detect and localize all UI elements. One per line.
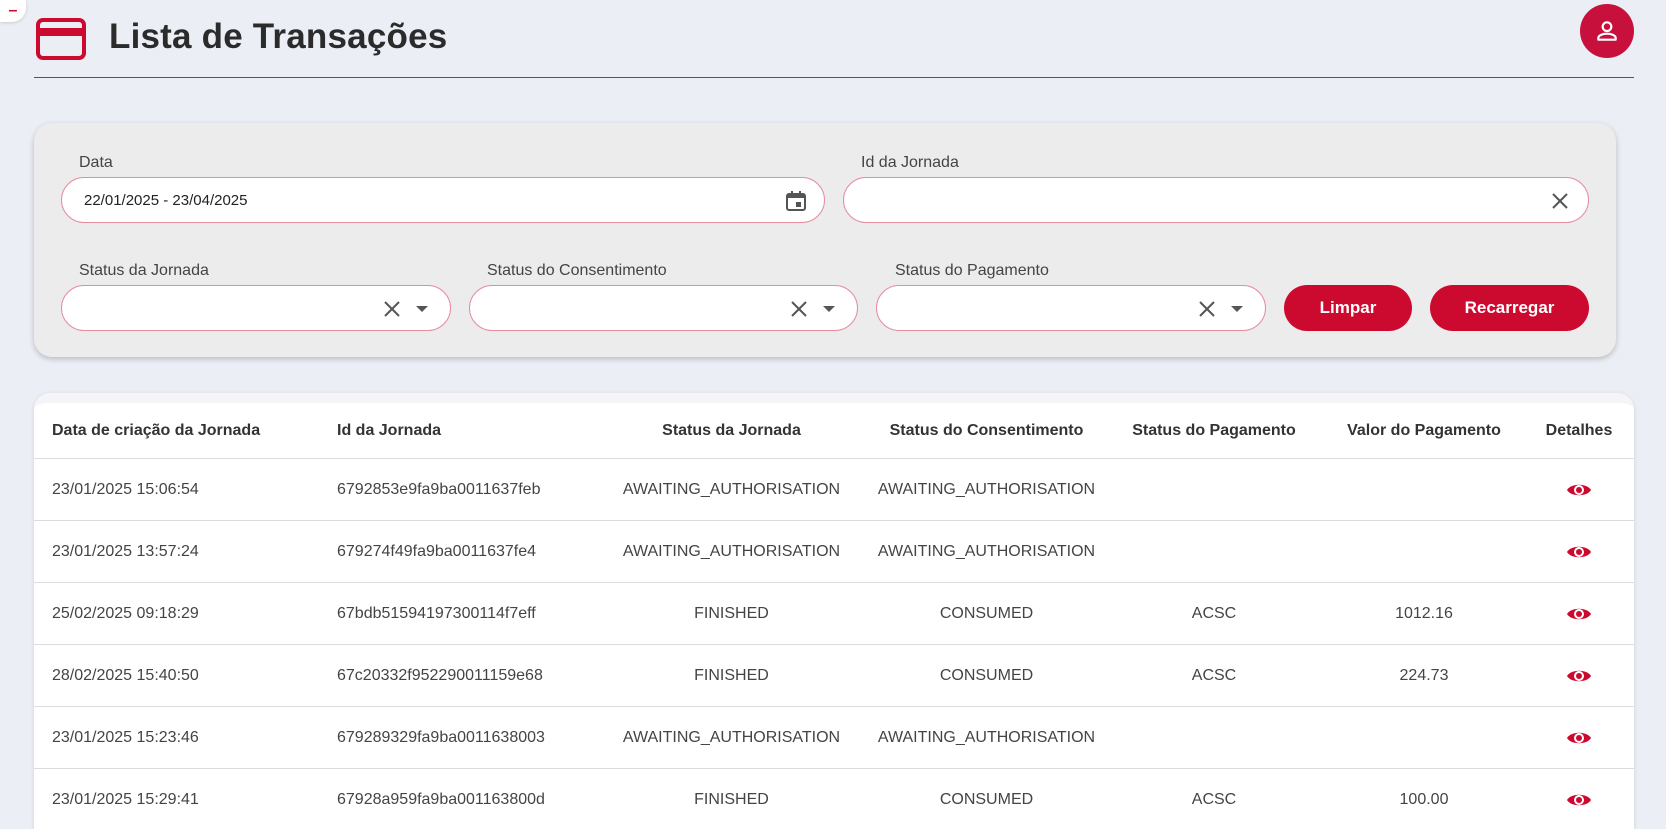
date-range-field[interactable]: 22/01/2025 - 23/04/2025 <box>61 177 825 223</box>
chevron-down-icon[interactable] <box>410 297 434 321</box>
column-header[interactable]: Valor do Pagamento <box>1324 403 1524 459</box>
column-header[interactable]: Status do Pagamento <box>1124 403 1304 459</box>
cell-payment-status <box>1124 707 1304 769</box>
cell-journey-status: AWAITING_AUTHORISATION <box>622 481 841 498</box>
date-label: Data <box>79 154 113 171</box>
cell-created: 23/01/2025 13:57:24 <box>52 543 199 560</box>
eye-icon[interactable] <box>1534 645 1624 707</box>
cell-created: 23/01/2025 15:29:41 <box>52 791 199 808</box>
consent-status-select[interactable] <box>469 285 858 331</box>
credit-card-icon <box>36 18 86 60</box>
collapse-tab[interactable]: – <box>0 0 26 22</box>
user-avatar-button[interactable] <box>1580 4 1634 58</box>
cell-created: 23/01/2025 15:06:54 <box>52 481 199 498</box>
clear-journey-status-icon[interactable] <box>380 297 404 321</box>
cell-journey-status: FINISHED <box>694 791 769 808</box>
eye-icon[interactable] <box>1534 459 1624 521</box>
table-row: 23/01/2025 15:06:54 6792853e9fa9ba001163… <box>34 459 1634 521</box>
cell-consent-status: AWAITING_AUTHORISATION <box>877 729 1096 746</box>
journey-status-label: Status da Jornada <box>79 262 209 279</box>
eye-icon[interactable] <box>1534 521 1624 583</box>
clear-consent-status-icon[interactable] <box>787 297 811 321</box>
table-row: 23/01/2025 15:23:46 679289329fa9ba001163… <box>34 707 1634 769</box>
cell-journey-id: 67c20332f952290011159e68 <box>337 667 543 684</box>
cell-journey-id: 67bdb51594197300114f7eff <box>337 605 536 622</box>
cell-journey-status: FINISHED <box>694 667 769 684</box>
clear-payment-status-icon[interactable] <box>1195 297 1219 321</box>
cell-amount: 224.73 <box>1399 667 1449 684</box>
person-icon <box>1597 21 1617 41</box>
cell-payment-status: ACSC <box>1191 667 1237 684</box>
eye-icon[interactable] <box>1534 769 1624 829</box>
cell-payment-status: ACSC <box>1191 605 1237 622</box>
cell-consent-status: CONSUMED <box>939 605 1034 622</box>
cell-payment-status <box>1124 459 1304 521</box>
consent-status-label: Status do Consentimento <box>487 262 667 279</box>
cell-consent-status: CONSUMED <box>939 667 1034 684</box>
journey-status-select[interactable] <box>61 285 451 331</box>
payment-status-label: Status do Pagamento <box>895 262 1049 279</box>
eye-icon[interactable] <box>1534 583 1624 645</box>
close-icon[interactable] <box>1546 187 1574 215</box>
cell-journey-status: AWAITING_AUTHORISATION <box>622 729 841 746</box>
cell-created: 23/01/2025 15:23:46 <box>52 729 199 746</box>
clear-button[interactable]: Limpar <box>1284 285 1412 331</box>
cell-amount <box>1324 521 1524 583</box>
journey-id-input[interactable] <box>843 177 1589 223</box>
column-header[interactable]: Id da Jornada <box>337 403 441 459</box>
page-header: Lista de Transações <box>34 0 1634 78</box>
cell-consent-status: AWAITING_AUTHORISATION <box>877 481 1096 498</box>
table-row: 25/02/2025 09:18:29 67bdb51594197300114f… <box>34 583 1634 645</box>
cell-journey-status: AWAITING_AUTHORISATION <box>622 543 841 560</box>
table-row: 28/02/2025 15:40:50 67c20332f95229001115… <box>34 645 1634 707</box>
cell-amount: 100.00 <box>1399 791 1449 808</box>
table-header: Data de criação da Jornada Id da Jornada… <box>34 403 1634 459</box>
column-header: Detalhes <box>1545 422 1613 439</box>
journey-id-label: Id da Jornada <box>861 154 959 171</box>
cell-journey-id: 67928a959fa9ba001163800d <box>337 791 545 808</box>
cell-created: 25/02/2025 09:18:29 <box>52 605 199 622</box>
transactions-table: Data de criação da Jornada Id da Jornada… <box>34 393 1634 829</box>
cell-journey-id: 679289329fa9ba0011638003 <box>337 729 545 746</box>
column-header[interactable]: Data de criação da Jornada <box>52 403 260 459</box>
filter-panel: Data 22/01/2025 - 23/04/2025 Id da Jorna… <box>34 123 1616 357</box>
cell-journey-status: FINISHED <box>694 605 769 622</box>
table-row: 23/01/2025 13:57:24 679274f49fa9ba001163… <box>34 521 1634 583</box>
column-header[interactable]: Status da Jornada <box>614 403 849 459</box>
eye-icon[interactable] <box>1534 707 1624 769</box>
chevron-down-icon[interactable] <box>817 297 841 321</box>
date-range-value: 22/01/2025 - 23/04/2025 <box>84 191 248 209</box>
cell-amount <box>1324 459 1524 521</box>
column-header[interactable]: Status do Consentimento <box>869 403 1104 459</box>
cell-journey-id: 679274f49fa9ba0011637fe4 <box>337 543 537 560</box>
cell-consent-status: AWAITING_AUTHORISATION <box>877 543 1096 560</box>
cell-created: 28/02/2025 15:40:50 <box>52 667 199 684</box>
calendar-icon[interactable] <box>782 187 810 215</box>
cell-journey-id: 6792853e9fa9ba0011637feb <box>337 481 541 498</box>
reload-button[interactable]: Recarregar <box>1430 285 1589 331</box>
page-title: Lista de Transações <box>109 17 448 56</box>
payment-status-select[interactable] <box>876 285 1266 331</box>
cell-amount <box>1324 707 1524 769</box>
cell-payment-status: ACSC <box>1191 791 1237 808</box>
chevron-down-icon[interactable] <box>1225 297 1249 321</box>
table-row: 23/01/2025 15:29:41 67928a959fa9ba001163… <box>34 769 1634 829</box>
cell-amount: 1012.16 <box>1395 605 1453 622</box>
cell-payment-status <box>1124 521 1304 583</box>
cell-consent-status: CONSUMED <box>939 791 1034 808</box>
